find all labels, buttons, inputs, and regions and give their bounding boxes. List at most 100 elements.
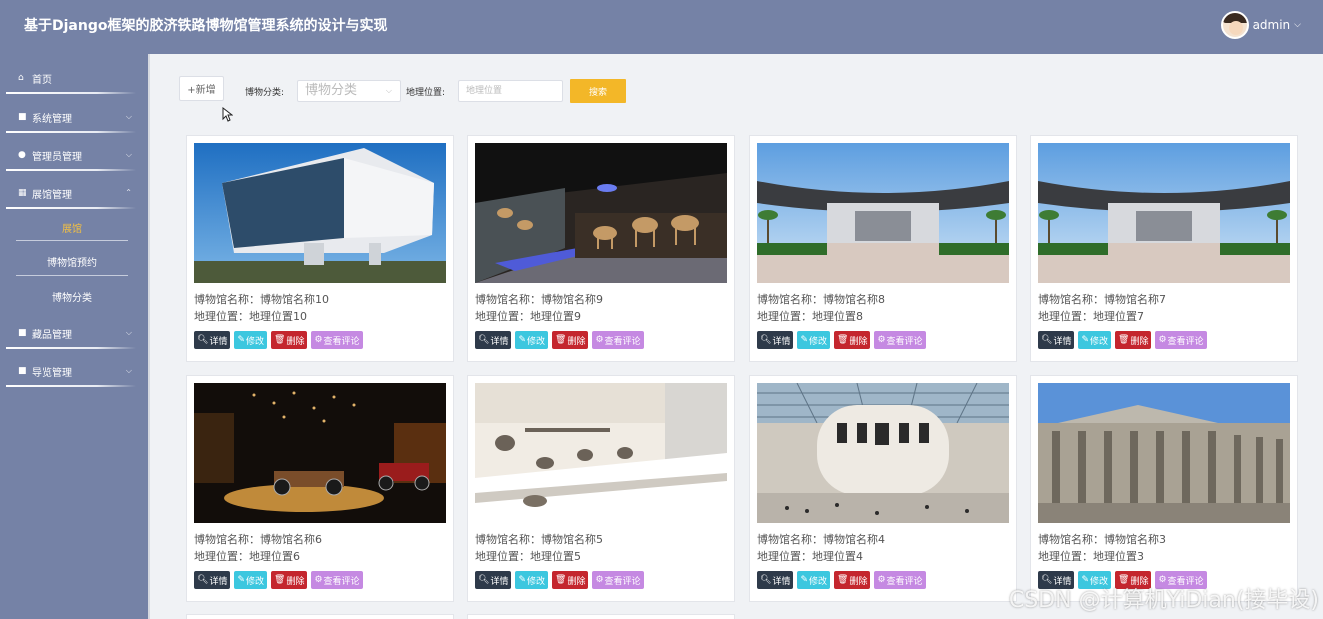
museum-image[interactable] (475, 143, 727, 283)
gear-icon: ⚙ (595, 335, 604, 345)
chevron-down-icon: ⌵ (125, 328, 132, 337)
pencil-icon: ✎ (518, 575, 526, 585)
delete-button[interactable]: 🗑︎ 删除 (834, 571, 871, 589)
museum-image[interactable] (194, 383, 446, 523)
detail-button[interactable]: 🔍︎ 详情 (757, 571, 794, 589)
detail-button[interactable]: 🔍︎ 详情 (1038, 331, 1075, 349)
museum-name: 博物馆名称：博物馆名称4 (757, 533, 885, 546)
comments-button[interactable]: ⚙ 查看评论 (1155, 331, 1207, 349)
museum-name: 博物馆名称：博物馆名称3 (1038, 533, 1166, 546)
chevron-down-icon: ⌵ (125, 150, 132, 159)
museum-location: 地理位置：地理位置10 (194, 310, 307, 323)
gear-icon: ⚙ (1158, 335, 1167, 345)
sidebar-subitem-reservation[interactable]: 博物馆预约 (16, 246, 128, 276)
divider (6, 385, 136, 387)
grid-icon: ■ (18, 366, 27, 376)
trash-icon: 🗑︎ (274, 575, 286, 585)
gear-icon: ⚙ (877, 335, 886, 345)
trash-icon: 🗑︎ (274, 335, 286, 345)
museum-image[interactable] (194, 143, 446, 283)
museum-card (467, 614, 735, 619)
chevron-down-icon: ⌵ (385, 86, 392, 95)
museum-name: 博物馆名称：博物馆名称8 (757, 293, 885, 306)
delete-button[interactable]: 🗑︎ 删除 (834, 331, 871, 349)
edit-button[interactable]: ✎ 修改 (797, 331, 831, 349)
user-icon: ● (18, 150, 26, 160)
delete-button[interactable]: 🗑︎ 删除 (1115, 331, 1152, 349)
edit-button[interactable]: ✎ 修改 (1078, 331, 1112, 349)
museum-image[interactable] (757, 143, 1009, 283)
trash-icon: 🗑︎ (555, 335, 567, 345)
edit-button[interactable]: ✎ 修改 (234, 331, 268, 349)
museum-location: 地理位置：地理位置8 (757, 310, 863, 323)
search-icon: 🔍︎ (478, 575, 490, 585)
sidebar-item-system[interactable]: ■ 系统管理 ⌵ (0, 99, 148, 135)
detail-button[interactable]: 🔍︎ 详情 (194, 571, 231, 589)
museum-card: 博物馆名称：博物馆名称9 地理位置：地理位置9 🔍︎ 详情 ✎ 修改 🗑︎ 删除 ⚙ 查… (467, 135, 735, 362)
detail-button[interactable]: 🔍︎ 详情 (475, 331, 512, 349)
pencil-icon: ✎ (237, 575, 245, 585)
category-select[interactable]: 博物分类 ⌵ (297, 80, 401, 102)
detail-button[interactable]: 🔍︎ 详情 (475, 571, 512, 589)
divider (6, 207, 136, 209)
sidebar-subitem-hall[interactable]: 展馆 (16, 212, 128, 242)
divider (6, 131, 136, 133)
museum-location: 地理位置：地理位置9 (475, 310, 581, 323)
delete-button[interactable]: 🗑︎ 删除 (271, 331, 308, 349)
comments-button[interactable]: ⚙ 查看评论 (311, 331, 363, 349)
museum-image[interactable] (1038, 143, 1290, 283)
trash-icon: 🗑︎ (555, 575, 567, 585)
museum-location: 地理位置：地理位置7 (1038, 310, 1144, 323)
pencil-icon: ✎ (800, 335, 808, 345)
trash-icon: 🗑︎ (837, 575, 849, 585)
museum-name: 博物馆名称：博物馆名称9 (475, 293, 603, 306)
delete-button[interactable]: 🗑︎ 删除 (271, 571, 308, 589)
search-icon: 🔍︎ (1041, 335, 1053, 345)
category-label: 博物分类: (245, 88, 285, 98)
museum-name: 博物馆名称：博物馆名称10 (194, 293, 329, 306)
search-icon: 🔍︎ (760, 335, 772, 345)
divider (6, 169, 136, 171)
grid-icon: ■ (18, 328, 27, 338)
edit-button[interactable]: ✎ 修改 (797, 571, 831, 589)
delete-button[interactable]: 🗑︎ 删除 (552, 571, 589, 589)
location-input[interactable]: 地理位置 (458, 80, 563, 102)
museum-location: 地理位置：地理位置5 (475, 550, 581, 563)
sidebar-item-collections[interactable]: ■ 藏品管理 ⌵ (0, 315, 148, 351)
pencil-icon: ✎ (237, 335, 245, 345)
edit-button[interactable]: ✎ 修改 (515, 331, 549, 349)
add-button[interactable]: +新增 (179, 76, 224, 101)
trash-icon: 🗑︎ (837, 335, 849, 345)
museum-name: 博物馆名称：博物馆名称5 (475, 533, 603, 546)
chevron-up-icon: ⌃ (125, 188, 132, 197)
sidebar-item-home[interactable]: ⌂ 首页 (0, 60, 148, 96)
comments-button[interactable]: ⚙ 查看评论 (592, 571, 644, 589)
comments-button[interactable]: ⚙ 查看评论 (874, 331, 926, 349)
pencil-icon: ✎ (518, 335, 526, 345)
sidebar-item-halls[interactable]: ▦ 展馆管理 ⌃ (0, 175, 148, 211)
museum-image[interactable] (475, 383, 727, 523)
edit-button[interactable]: ✎ 修改 (234, 571, 268, 589)
museum-card: 博物馆名称：博物馆名称4 地理位置：地理位置4 🔍︎ 详情 ✎ 修改 🗑︎ 删除 ⚙ 查… (749, 375, 1017, 602)
sidebar-subitem-category[interactable]: 博物分类 (16, 281, 128, 311)
search-button[interactable]: 搜索 (570, 79, 626, 103)
museum-image[interactable] (1038, 383, 1290, 523)
museum-card: 博物馆名称：博物馆名称3 地理位置：地理位置3 🔍︎ 详情 ✎ 修改 🗑︎ 删除 ⚙ 查… (1030, 375, 1298, 602)
user-menu[interactable]: admin ⌵ (1220, 11, 1301, 39)
detail-button[interactable]: 🔍︎ 详情 (194, 331, 231, 349)
search-icon: 🔍︎ (197, 335, 209, 345)
search-icon: 🔍︎ (197, 575, 209, 585)
museum-image[interactable] (757, 383, 1009, 523)
delete-button[interactable]: 🗑︎ 删除 (552, 331, 589, 349)
museum-card: 博物馆名称：博物馆名称8 地理位置：地理位置8 🔍︎ 详情 ✎ 修改 🗑︎ 删除 ⚙ 查… (749, 135, 1017, 362)
detail-button[interactable]: 🔍︎ 详情 (757, 331, 794, 349)
edit-button[interactable]: ✎ 修改 (515, 571, 549, 589)
mouse-cursor-icon (222, 107, 233, 122)
gear-icon: ⚙ (314, 335, 323, 345)
sidebar: ⌂ 首页 ■ 系统管理 ⌵ ● 管理员管理 ⌵ ▦ 展馆管理 ⌃ 展馆 博物馆预… (0, 54, 150, 619)
comments-button[interactable]: ⚙ 查看评论 (874, 571, 926, 589)
sidebar-item-guide[interactable]: ■ 导览管理 ⌵ (0, 353, 148, 389)
comments-button[interactable]: ⚙ 查看评论 (592, 331, 644, 349)
sidebar-item-admins[interactable]: ● 管理员管理 ⌵ (0, 137, 148, 173)
comments-button[interactable]: ⚙ 查看评论 (311, 571, 363, 589)
